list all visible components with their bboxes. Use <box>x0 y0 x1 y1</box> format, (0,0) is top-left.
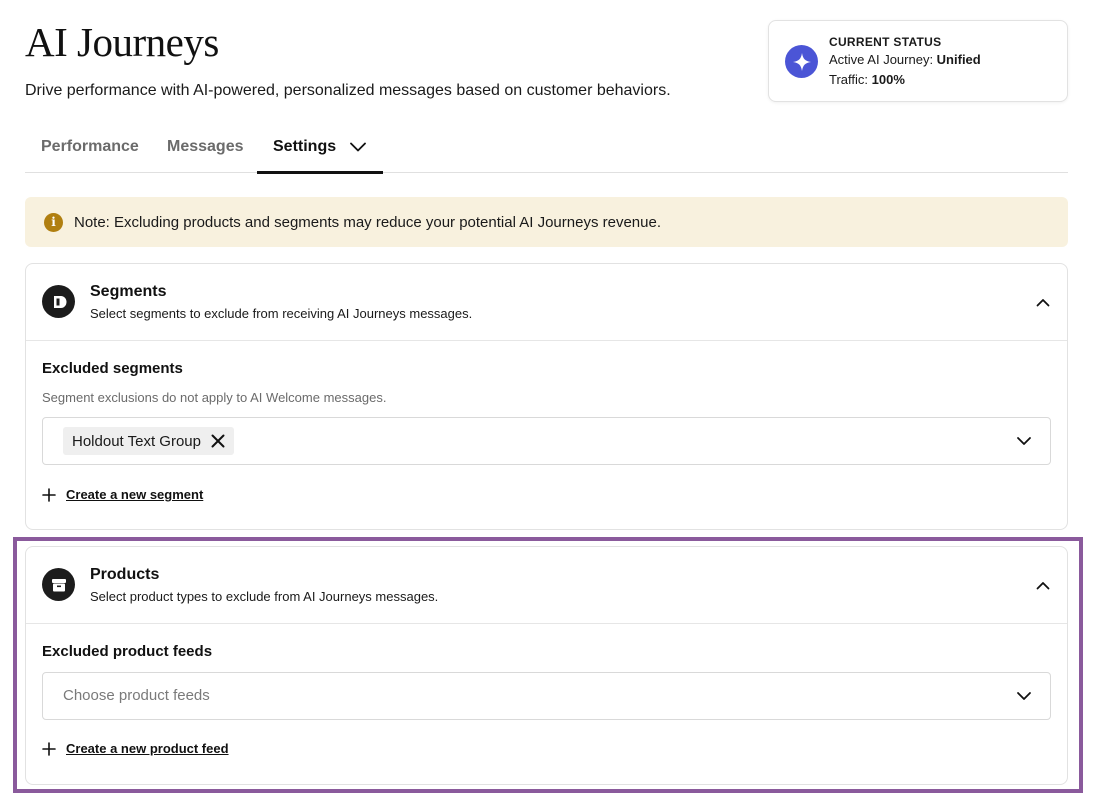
sparkle-icon <box>785 45 818 78</box>
tab-settings-label: Settings <box>273 138 337 155</box>
plus-icon <box>42 487 56 502</box>
excluded-segments-select[interactable]: Holdout Text Group <box>42 417 1051 465</box>
status-label: CURRENT STATUS <box>829 35 942 49</box>
active-journey-prefix: Active AI Journey: <box>829 52 937 67</box>
tab-performance[interactable]: Performance <box>41 122 139 172</box>
close-icon[interactable] <box>211 434 225 448</box>
traffic-prefix: Traffic: <box>829 72 872 87</box>
tab-bar: Performance Messages Settings <box>25 122 1068 174</box>
segments-title: Segments <box>90 283 167 300</box>
current-status-card: CURRENT STATUS Active AI Journey: Unifie… <box>768 20 1068 102</box>
segments-icon <box>42 285 75 318</box>
tab-messages[interactable]: Messages <box>167 122 244 172</box>
highlight-frame <box>13 537 1083 793</box>
page-subtitle: Drive performance with AI-powered, perso… <box>25 82 671 99</box>
segments-description: Select segments to exclude from receivin… <box>90 306 473 321</box>
page-title: AI Journeys <box>25 19 219 65</box>
tab-settings[interactable]: Settings <box>257 122 383 174</box>
segment-chip-label: Holdout Text Group <box>72 432 201 450</box>
segments-help-text: Segment exclusions do not apply to AI We… <box>42 390 387 405</box>
traffic-value: 100% <box>871 72 905 87</box>
create-segment-link[interactable]: Create a new segment <box>42 487 203 502</box>
active-journey-value: Unified <box>936 52 981 67</box>
segments-panel-header[interactable]: Segments Select segments to exclude from… <box>26 264 1067 341</box>
create-segment-label: Create a new segment <box>66 487 204 502</box>
segment-chip: Holdout Text Group <box>63 427 234 455</box>
traffic-line: Traffic: 100% <box>829 72 905 87</box>
segments-panel: Segments Select segments to exclude from… <box>25 263 1068 530</box>
chevron-down-icon[interactable] <box>1016 433 1032 449</box>
active-journey-line: Active AI Journey: Unified <box>829 52 981 67</box>
info-icon: i <box>44 212 63 232</box>
chevron-down-icon[interactable] <box>350 142 367 152</box>
chevron-up-icon[interactable] <box>1035 294 1051 310</box>
excluded-segments-label: Excluded segments <box>42 360 183 377</box>
note-text: Note: Excluding products and segments ma… <box>74 213 661 231</box>
note-banner: i Note: Excluding products and segments … <box>25 197 1068 247</box>
